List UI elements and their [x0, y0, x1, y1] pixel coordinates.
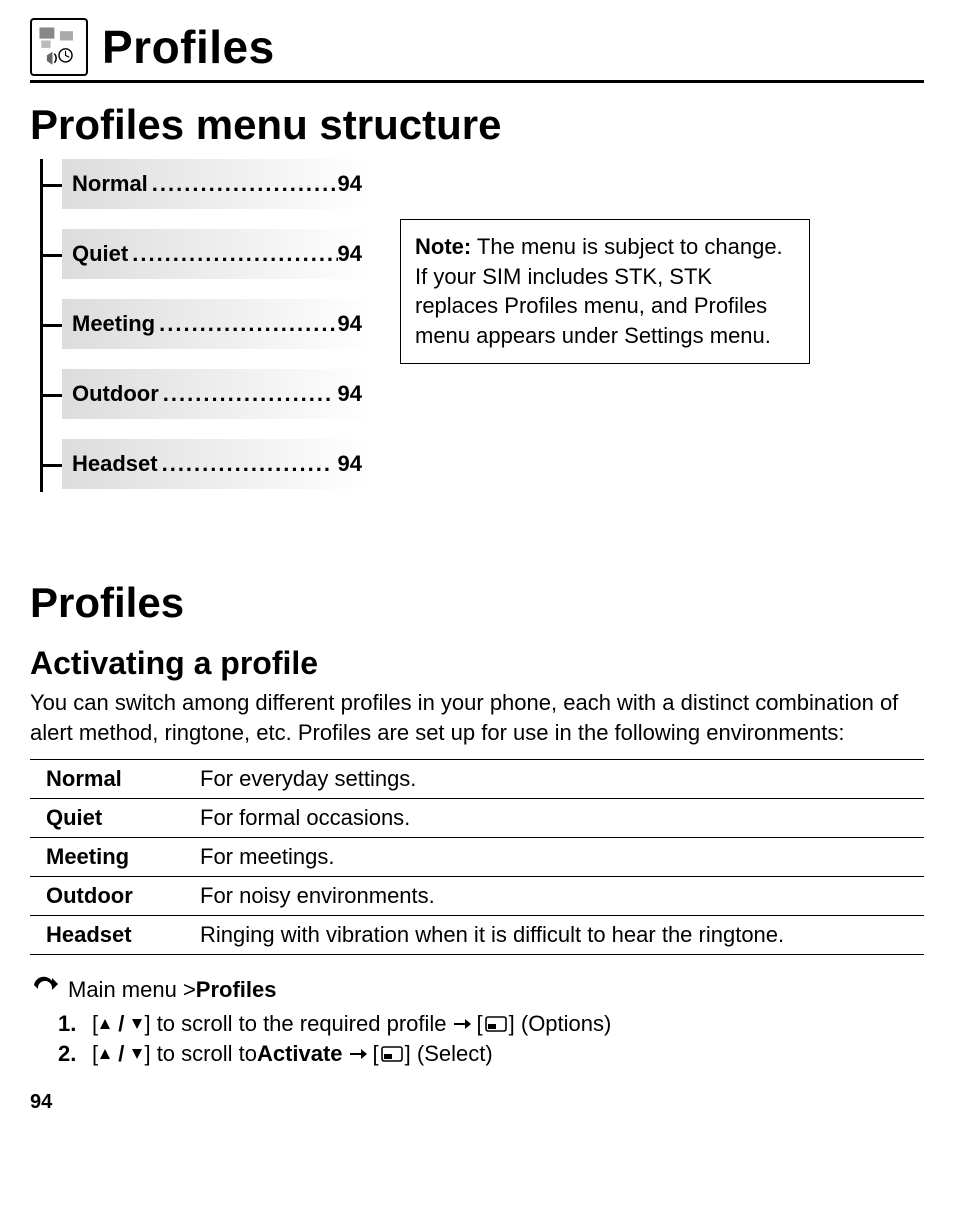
menu-item-label: Meeting [72, 311, 155, 337]
menu-structure-area: Normal ....................... 94 Quiet … [30, 159, 924, 489]
profiles-table: Normal For everyday settings. Quiet For … [30, 759, 924, 955]
step-number: 1. [58, 1011, 82, 1037]
step-text: ] to scroll to the required profile [144, 1011, 446, 1037]
intro-paragraph: You can switch among different profiles … [30, 688, 924, 747]
menu-item-label: Outdoor [72, 381, 159, 407]
step-list: 1. [ / ] to scroll to the required profi… [30, 1011, 924, 1067]
menu-item-page: 94 [338, 311, 362, 337]
chapter-title: Profiles [102, 20, 275, 74]
section-title-menu-structure: Profiles menu structure [30, 101, 924, 149]
table-row: Normal For everyday settings. [30, 760, 924, 799]
note-label: Note: [415, 234, 471, 259]
nav-arrow-icon [30, 975, 60, 1005]
menu-tree: Normal ....................... 94 Quiet … [30, 159, 372, 489]
profile-name: Normal [30, 760, 190, 799]
profile-desc: For meetings. [190, 838, 924, 877]
menu-item-quiet[interactable]: Quiet .......................... 94 [62, 229, 372, 279]
step-text: [ [477, 1011, 483, 1037]
breadcrumb: Main menu > Profiles [30, 975, 924, 1005]
profile-name: Outdoor [30, 877, 190, 916]
step-text: [ [373, 1041, 379, 1067]
menu-item-headset[interactable]: Headset ..................... 94 [62, 439, 372, 489]
step-1: 1. [ / ] to scroll to the required profi… [58, 1011, 924, 1037]
step-2: 2. [ / ] to scroll to Activate [ ] (Sele… [58, 1041, 924, 1067]
note-box: Note: The menu is subject to change. If … [400, 219, 810, 364]
profiles-icon [30, 18, 88, 76]
menu-item-dots: ....................... [148, 171, 338, 197]
slash: / [112, 1041, 130, 1067]
breadcrumb-target: Profiles [196, 977, 277, 1003]
step-number: 2. [58, 1041, 82, 1067]
menu-item-label: Quiet [72, 241, 128, 267]
profile-name: Meeting [30, 838, 190, 877]
table-row: Quiet For formal occasions. [30, 799, 924, 838]
table-row: Headset Ringing with vibration when it i… [30, 916, 924, 955]
menu-item-dots: ..................... [159, 381, 338, 407]
menu-item-page: 94 [338, 171, 362, 197]
down-triangle-icon [130, 1017, 144, 1031]
up-triangle-icon [98, 1047, 112, 1061]
profile-desc: For formal occasions. [190, 799, 924, 838]
subsection-title-activating: Activating a profile [30, 645, 924, 682]
profile-name: Headset [30, 916, 190, 955]
menu-item-dots: .......................... [128, 241, 337, 267]
slash: / [112, 1011, 130, 1037]
note-text: The menu is subject to change. If your S… [415, 234, 783, 348]
menu-item-page: 94 [338, 451, 362, 477]
step-text: ] (Select) [405, 1041, 493, 1067]
down-triangle-icon [130, 1047, 144, 1061]
menu-item-meeting[interactable]: Meeting ...................... 94 [62, 299, 372, 349]
chapter-header: Profiles [30, 18, 924, 83]
profile-name: Quiet [30, 799, 190, 838]
step-text: ] to scroll to [144, 1041, 256, 1067]
step-text: ] (Options) [509, 1011, 612, 1037]
menu-list: Normal ....................... 94 Quiet … [62, 159, 372, 489]
menu-item-page: 94 [338, 381, 362, 407]
breadcrumb-prefix: Main menu > [68, 977, 196, 1003]
up-triangle-icon [98, 1017, 112, 1031]
page-number: 94 [30, 1091, 924, 1114]
profile-desc: Ringing with vibration when it is diffic… [190, 916, 924, 955]
softkey-icon [485, 1016, 507, 1032]
section-title-profiles: Profiles [30, 579, 924, 627]
arrow-right-icon [453, 1017, 471, 1031]
arrow-right-icon [349, 1047, 367, 1061]
menu-item-normal[interactable]: Normal ....................... 94 [62, 159, 372, 209]
menu-item-dots: ..................... [158, 451, 338, 477]
menu-item-label: Headset [72, 451, 158, 477]
menu-item-page: 94 [338, 241, 362, 267]
table-row: Meeting For meetings. [30, 838, 924, 877]
table-row: Outdoor For noisy environments. [30, 877, 924, 916]
menu-item-dots: ...................... [155, 311, 337, 337]
menu-item-outdoor[interactable]: Outdoor ..................... 94 [62, 369, 372, 419]
step-bold: Activate [257, 1041, 343, 1067]
profile-desc: For noisy environments. [190, 877, 924, 916]
softkey-icon [381, 1046, 403, 1062]
menu-item-label: Normal [72, 171, 148, 197]
profile-desc: For everyday settings. [190, 760, 924, 799]
